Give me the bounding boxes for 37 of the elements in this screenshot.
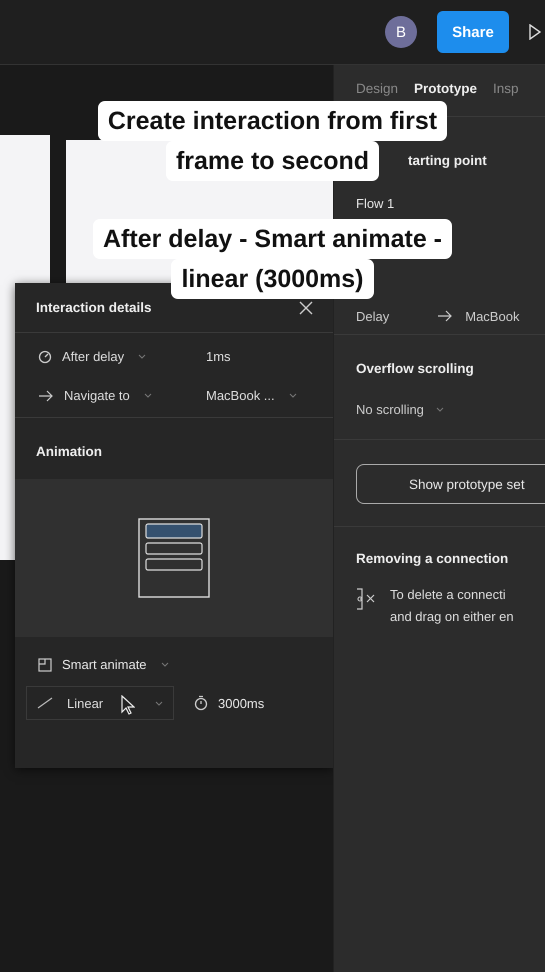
smart-animate-icon [38,658,52,672]
chevron-icon [138,354,146,359]
arrow-icon [38,390,54,402]
section-heading: Animation [36,444,102,459]
chevron-icon [436,407,444,412]
chevron-icon [160,662,169,667]
chevron-icon [144,393,152,398]
section-heading: Overflow scrolling [356,361,474,376]
section-heading: tarting point [408,153,487,168]
action-dropdown[interactable]: Navigate to [38,388,206,403]
destination-dropdown[interactable]: MacBook ... [206,388,326,403]
play-icon[interactable] [529,24,541,40]
panel-tab[interactable]: Prototype [414,81,478,96]
help-text: To delete a connecti and drag on either en [390,586,514,626]
panel-tab[interactable]: Insp [493,81,519,96]
panel-tab[interactable]: Design [356,81,398,96]
flow-name[interactable]: Flow 1 [356,196,394,211]
chevron-icon [288,393,297,398]
trigger-label: Delay [356,308,390,324]
clock-icon [38,350,52,364]
popup-title: Interaction details [36,300,152,315]
easing-dropdown[interactable]: Linear [26,686,174,720]
prototype-settings-button[interactable]: Show prototype set [356,464,545,504]
overflow-dropdown[interactable]: No scrolling [356,402,444,417]
close-icon[interactable] [297,298,315,316]
delay-field[interactable]: 1ms [206,349,326,364]
destination-label: MacBook [465,308,520,324]
animation-dropdown[interactable]: Smart animate [38,657,333,672]
user-avatar[interactable]: B [385,16,417,48]
chevron-icon [155,700,163,706]
cursor-icon [121,695,135,715]
timer-icon [194,695,208,711]
trigger-dropdown[interactable]: After delay [38,349,206,364]
arrow-icon [437,310,454,322]
duration-field[interactable]: 3000ms [194,695,264,711]
linear-curve-icon [37,697,53,709]
section-heading: Removing a connection [356,551,508,566]
